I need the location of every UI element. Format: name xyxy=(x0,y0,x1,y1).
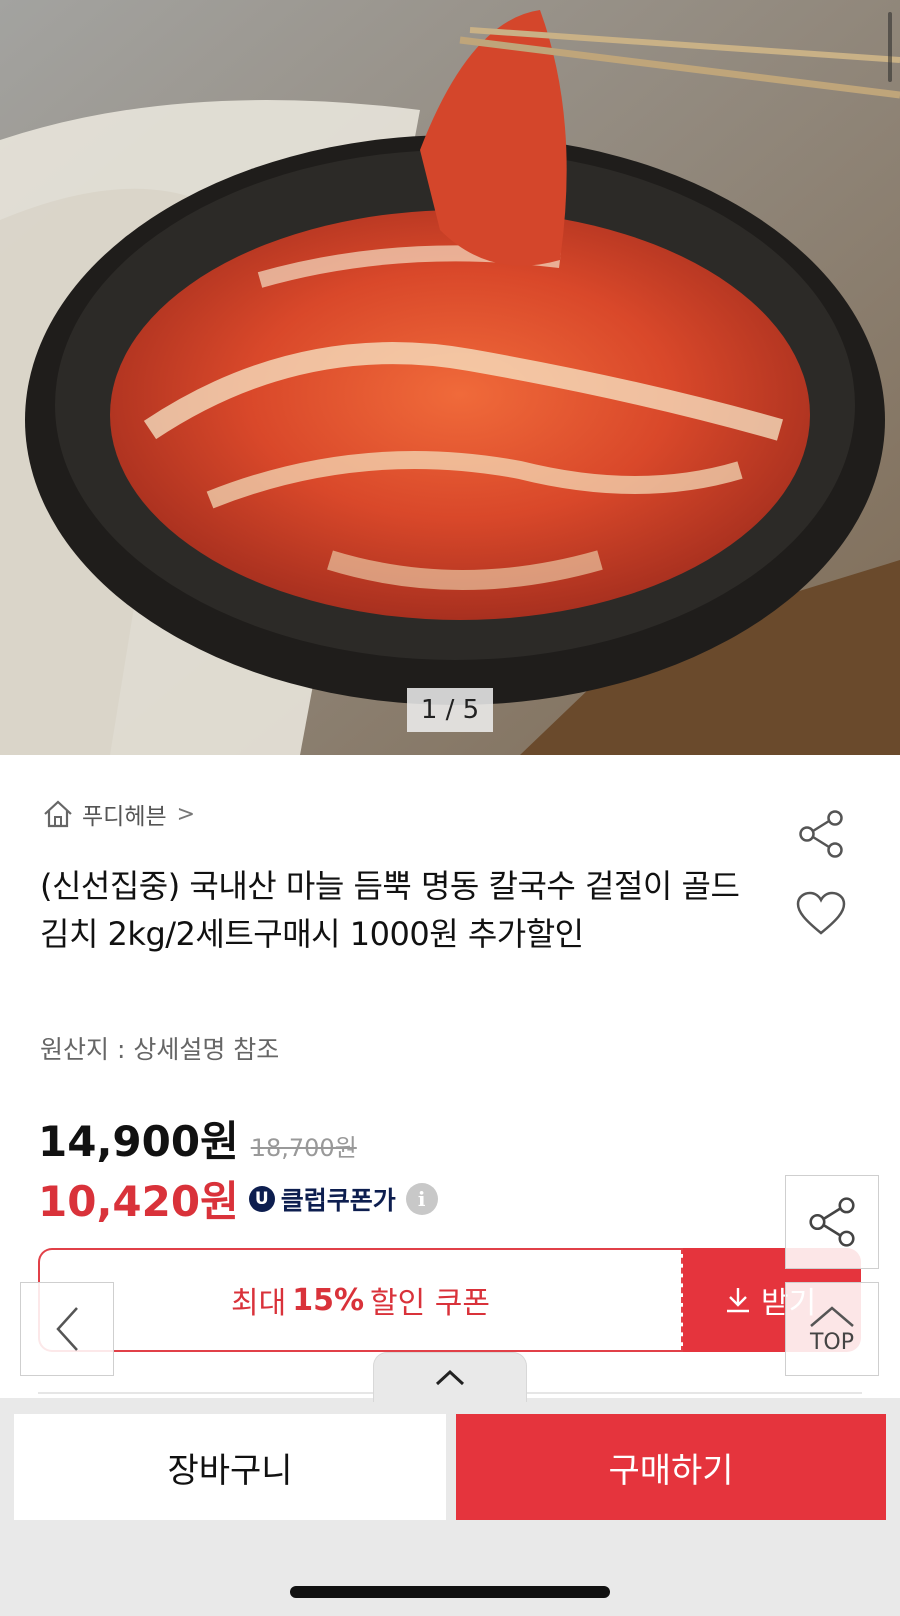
sale-price: 14,900원 xyxy=(38,1117,239,1166)
club-coupon-label: 클럽쿠폰가 xyxy=(280,1185,396,1215)
share-icon[interactable] xyxy=(795,808,847,860)
store-link[interactable]: 푸디헤븐 > xyxy=(42,797,195,831)
coupon-banner[interactable]: 최대 15% 할인 쿠폰 xyxy=(38,1248,683,1352)
chevron-up-icon xyxy=(435,1369,465,1385)
coupon-suffix: 할인 쿠폰 xyxy=(370,1286,490,1321)
expand-options-tab[interactable] xyxy=(373,1352,527,1402)
club-coupon-price: 10,420원 xyxy=(38,1177,239,1226)
home-icon xyxy=(44,800,72,828)
product-image[interactable]: 1 / 5 xyxy=(0,0,900,755)
club-u-icon: U xyxy=(248,1185,275,1212)
coupon-prefix: 최대 xyxy=(231,1286,287,1321)
share-icon xyxy=(809,1197,855,1247)
top-label: TOP xyxy=(809,1329,855,1355)
product-title: (신선집중) 국내산 마늘 듬뿍 명동 칼국수 겉절이 골드 김치 2kg/2세… xyxy=(40,867,740,953)
original-price: 18,700원 xyxy=(250,1134,357,1162)
scroll-indicator xyxy=(888,12,892,82)
add-to-cart-button[interactable]: 장바구니 xyxy=(14,1414,446,1520)
download-icon xyxy=(727,1288,749,1313)
image-counter: 1 / 5 xyxy=(407,688,493,732)
scroll-top-button[interactable]: TOP xyxy=(785,1282,879,1376)
coupon-percent: 15% xyxy=(292,1282,365,1318)
info-icon[interactable]: i xyxy=(405,1182,438,1215)
chevron-up-icon xyxy=(810,1305,854,1327)
chevron-left-icon xyxy=(56,1307,78,1351)
floating-back-button[interactable] xyxy=(20,1282,114,1376)
floating-share-button[interactable] xyxy=(785,1175,879,1269)
buy-now-button[interactable]: 구매하기 xyxy=(456,1414,886,1520)
product-origin: 원산지 : 상세설명 참조 xyxy=(40,1035,280,1064)
home-indicator xyxy=(290,1586,610,1598)
price-row: 14,900원 18,700원 xyxy=(38,1108,357,1169)
store-name: 푸디헤븐 xyxy=(82,804,167,830)
store-chevron: > xyxy=(176,801,196,827)
kimchi-photo xyxy=(0,0,900,755)
heart-icon[interactable] xyxy=(795,890,847,938)
club-coupon-row: 10,420원 U 클럽쿠폰가 i xyxy=(38,1168,438,1229)
